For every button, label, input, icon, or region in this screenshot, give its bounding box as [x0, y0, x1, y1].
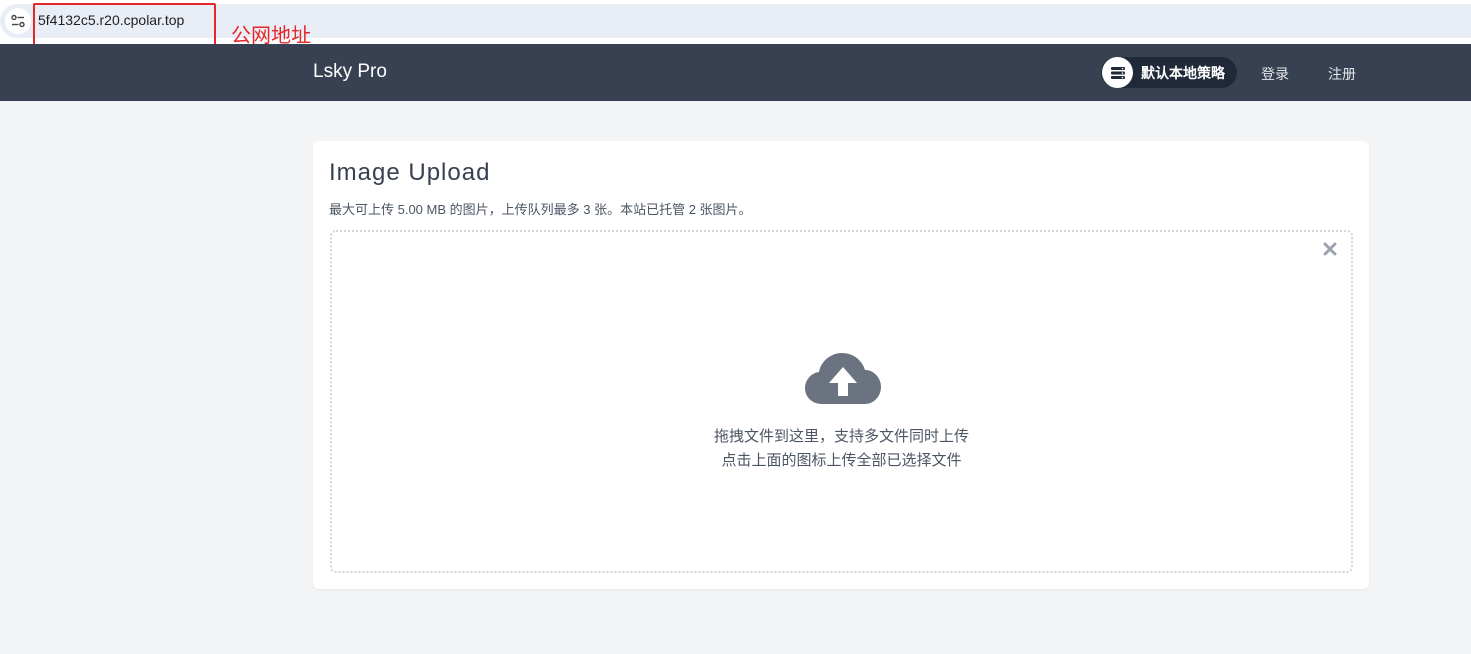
storage-strategy-button[interactable]: 默认本地策略 — [1101, 57, 1237, 88]
storage-strategy-label: 默认本地策略 — [1141, 64, 1225, 81]
upload-card: Image Upload 最大可上传 5.00 MB 的图片，上传队列最多 3 … — [313, 141, 1369, 589]
site-info-button[interactable] — [5, 8, 31, 34]
brand-logo-text[interactable]: Lsky Pro — [313, 61, 387, 83]
close-icon — [1323, 242, 1337, 256]
register-link[interactable]: 注册 — [1328, 64, 1356, 84]
login-link[interactable]: 登录 — [1261, 64, 1289, 84]
omnibox[interactable] — [0, 4, 1471, 38]
tune-icon — [11, 14, 25, 28]
dropzone-hint-line2: 点击上面的图标上传全部已选择文件 — [721, 452, 962, 469]
clear-queue-button[interactable] — [1319, 238, 1341, 260]
page-title: Image Upload — [329, 159, 491, 186]
site-navbar: Lsky Pro 默认本地策略 登录 注册 — [0, 44, 1471, 101]
browser-address-bar: 5f4132c5.r20.cpolar.top — [0, 0, 1471, 44]
dropzone-hint-line1: 拖拽文件到这里，支持多文件同时上传 — [713, 428, 969, 445]
upload-limits-text: 最大可上传 5.00 MB 的图片，上传队列最多 3 张。本站已托管 2 张图片… — [329, 202, 752, 217]
upload-dropzone[interactable]: 拖拽文件到这里，支持多文件同时上传 点击上面的图标上传全部已选择文件 — [330, 230, 1353, 573]
upload-all-button[interactable] — [804, 350, 882, 406]
cloud-upload-icon — [805, 353, 881, 404]
server-icon — [1102, 57, 1133, 88]
dropzone-hint: 拖拽文件到这里，支持多文件同时上传 点击上面的图标上传全部已选择文件 — [332, 425, 1351, 473]
